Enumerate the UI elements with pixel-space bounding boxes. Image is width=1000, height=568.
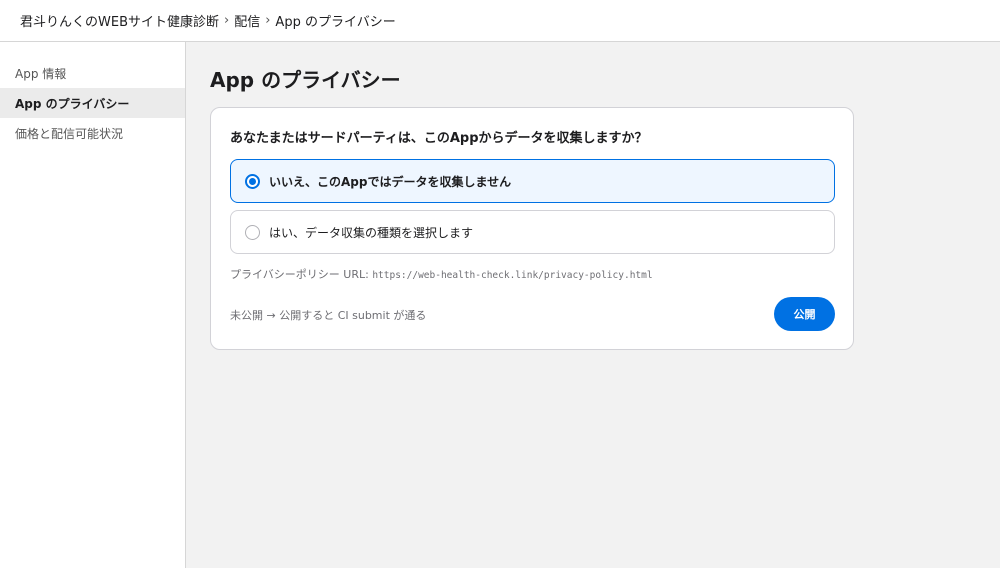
- privacy-policy-url: プライバシーポリシー URL: https://web-health-check…: [230, 266, 653, 282]
- sidebar-item-app-info[interactable]: App 情報: [0, 58, 185, 88]
- option-label: はい、データ収集の種類を選択します: [269, 225, 474, 240]
- policy-label: プライバシーポリシー URL:: [230, 268, 373, 281]
- breadcrumb-page: App のプライバシー: [275, 15, 396, 30]
- policy-url-link[interactable]: https://web-health-check.link/privacy-po…: [372, 270, 652, 281]
- sidebar-item-app-privacy[interactable]: App のプライバシー: [0, 88, 185, 118]
- sidebar-item-label: 価格と配信可能状況: [15, 126, 124, 141]
- breadcrumb-section[interactable]: 配信: [234, 11, 260, 30]
- option-label: いいえ、このAppではデータを収集しません: [269, 174, 512, 189]
- radio-selected-icon[interactable]: [245, 173, 260, 189]
- publish-button[interactable]: 公開: [774, 297, 835, 331]
- radio-unselected-icon[interactable]: [245, 224, 260, 240]
- sidebar-item-pricing-availability[interactable]: 価格と配信可能状況: [0, 118, 185, 148]
- page-title: App のプライバシー: [210, 68, 401, 92]
- option-select-data-types[interactable]: はい、データ収集の種類を選択します: [230, 210, 835, 254]
- privacy-card: あなたまたはサードパーティは、このAppからデータを収集しますか？ いいえ、この…: [210, 107, 854, 350]
- publish-status: 未公開 → 公開すると CI submit が通る: [230, 309, 427, 322]
- breadcrumb-separator: ›: [265, 13, 271, 28]
- breadcrumb-separator: ›: [224, 13, 230, 28]
- breadcrumb-app[interactable]: 君斗りんくのWEBサイト健康診断: [20, 11, 219, 30]
- sidebar-item-label: App 情報: [15, 66, 67, 81]
- sidebar-item-label: App のプライバシー: [15, 96, 130, 111]
- data-collection-question: あなたまたはサードパーティは、このAppからデータを収集しますか？: [230, 131, 648, 146]
- option-no-data-collection[interactable]: いいえ、このAppではデータを収集しません: [230, 159, 835, 203]
- sidebar: App 情報 App のプライバシー 価格と配信可能状況: [0, 42, 186, 568]
- breadcrumb: 君斗りんくのWEBサイト健康診断 › 配信 › App のプライバシー: [0, 0, 1000, 42]
- main-content: App のプライバシー あなたまたはサードパーティは、このAppからデータを収集…: [187, 42, 1000, 568]
